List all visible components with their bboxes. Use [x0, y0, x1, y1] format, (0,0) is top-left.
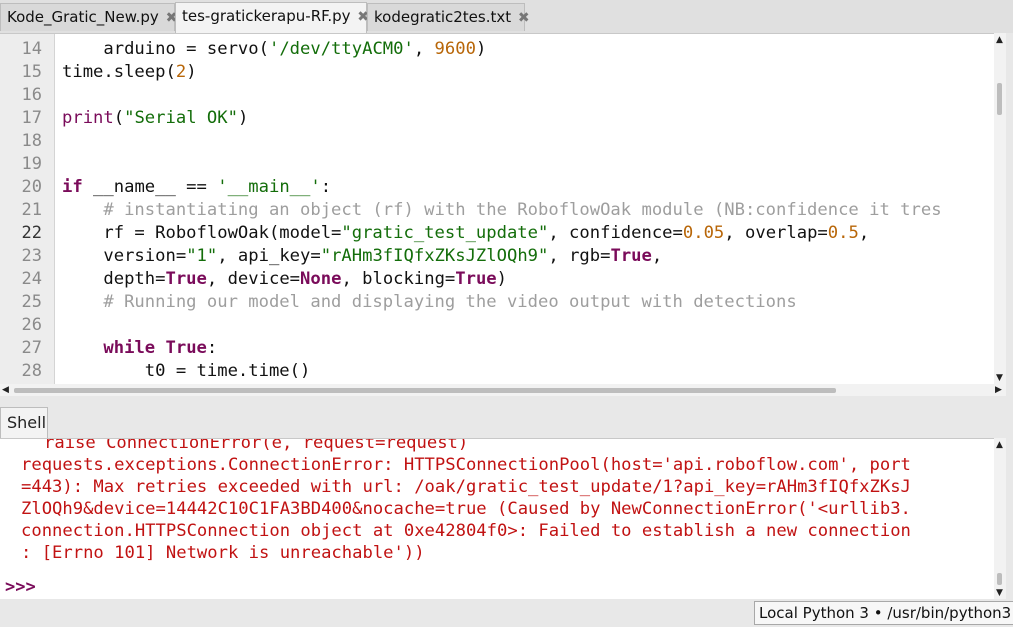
line-number: 28: [21, 361, 42, 381]
scroll-up-arrow-icon[interactable]: ▲: [996, 440, 1003, 450]
shell-vertical-scrollbar[interactable]: ▲ ▼: [994, 438, 1006, 599]
line-number: 14: [21, 39, 42, 59]
code-line-17: print("Serial OK"): [62, 108, 249, 128]
line-number: 19: [21, 154, 42, 174]
line-number: 17: [21, 108, 42, 128]
line-number: 23: [21, 246, 42, 266]
tab-tes-gratickerapu-rf[interactable]: tes-gratickerapu-RF.py ✖: [175, 2, 369, 33]
status-bar: Local Python 3 • /usr/bin/python3: [0, 599, 1013, 627]
line-number: 20: [21, 177, 42, 197]
tab-label: kodegratic2tes.txt: [374, 8, 512, 26]
shell-output-line: : [Errno 101] Network is unreachable')): [21, 543, 425, 563]
line-number: 27: [21, 338, 42, 358]
code-line-27: while True:: [103, 338, 218, 358]
tab-kodegratic2tes[interactable]: kodegratic2tes.txt ✖: [367, 3, 530, 31]
scroll-down-arrow-icon[interactable]: ▼: [996, 373, 1003, 383]
editor-tab-bar: Kode_Gratic_New.py ✖ tes-gratickerapu-RF…: [0, 0, 1013, 33]
interpreter-selector[interactable]: Local Python 3 • /usr/bin/python3: [754, 601, 1013, 625]
shell-output-line: connection.HTTPSConnection object at 0xe…: [21, 521, 911, 541]
editor-horizontal-scroll-thumb[interactable]: [14, 388, 836, 393]
line-number: 21: [21, 200, 42, 220]
current-line-number: 22: [21, 223, 42, 243]
shell-output-line: =443): Max retries exceeded with url: /o…: [21, 477, 911, 497]
shell-prompt: >>>: [5, 577, 36, 597]
code-line-15: time.sleep(2): [62, 62, 197, 82]
line-number: 18: [21, 131, 42, 151]
line-number-gutter: 14 15 16 17 18 19 20 21 22 23 24 25 26 2…: [0, 34, 55, 384]
code-line-22: rf = RoboflowOak(model="gratic_test_upda…: [62, 223, 870, 243]
scroll-left-arrow-icon[interactable]: ◀: [2, 385, 9, 395]
tab-kode-gratic-new[interactable]: Kode_Gratic_New.py ✖: [0, 3, 177, 31]
tab-label: tes-gratickerapu-RF.py: [182, 7, 351, 25]
close-tab-icon[interactable]: ✖: [518, 10, 530, 26]
line-number: 24: [21, 269, 42, 289]
scroll-right-arrow-icon[interactable]: ▶: [995, 385, 1002, 395]
code-line-24: depth=True, device=None, blocking=True): [62, 269, 508, 289]
code-line-25: # Running our model and displaying the v…: [62, 292, 797, 312]
editor-vertical-scroll-thumb[interactable]: [997, 83, 1002, 115]
code-line-23: version="1", api_key="rAHm3fIQfxZKsJZlOQ…: [62, 246, 663, 266]
editor-vertical-scrollbar[interactable]: ▲ ▼: [994, 33, 1006, 384]
shell-output-line: ZlOQh9&device=14442C10C1FA3BD400&nocache…: [21, 499, 911, 519]
shell-vertical-scroll-thumb[interactable]: [997, 573, 1002, 585]
line-number: 15: [21, 62, 42, 82]
scroll-down-arrow-icon[interactable]: ▼: [996, 588, 1003, 598]
code-editor[interactable]: 14 15 16 17 18 19 20 21 22 23 24 25 26 2…: [0, 33, 1006, 384]
code-line-28: t0 = time.time(): [62, 361, 311, 381]
shell-output-line: raise ConnectionError(e, request=request…: [44, 438, 469, 453]
tab-shell[interactable]: Shell: [0, 407, 48, 439]
shell-output-line: requests.exceptions.ConnectionError: HTT…: [21, 455, 911, 475]
editor-horizontal-scrollbar[interactable]: ◀ ▶: [0, 384, 1006, 396]
code-line-21: # instantiating an object (rf) with the …: [62, 200, 942, 220]
line-number: 26: [21, 315, 42, 335]
code-line-20: if __name__ == '__main__':: [62, 177, 332, 197]
code-line-14: arduino = servo('/dev/ttyACM0', 9600): [62, 39, 487, 59]
scroll-up-arrow-icon[interactable]: ▲: [996, 35, 1003, 45]
line-number: 16: [21, 85, 42, 105]
line-number: 25: [21, 292, 42, 312]
tab-label: Kode_Gratic_New.py: [7, 8, 159, 26]
shell-console[interactable]: raise ConnectionError(e, request=request…: [0, 438, 1006, 599]
